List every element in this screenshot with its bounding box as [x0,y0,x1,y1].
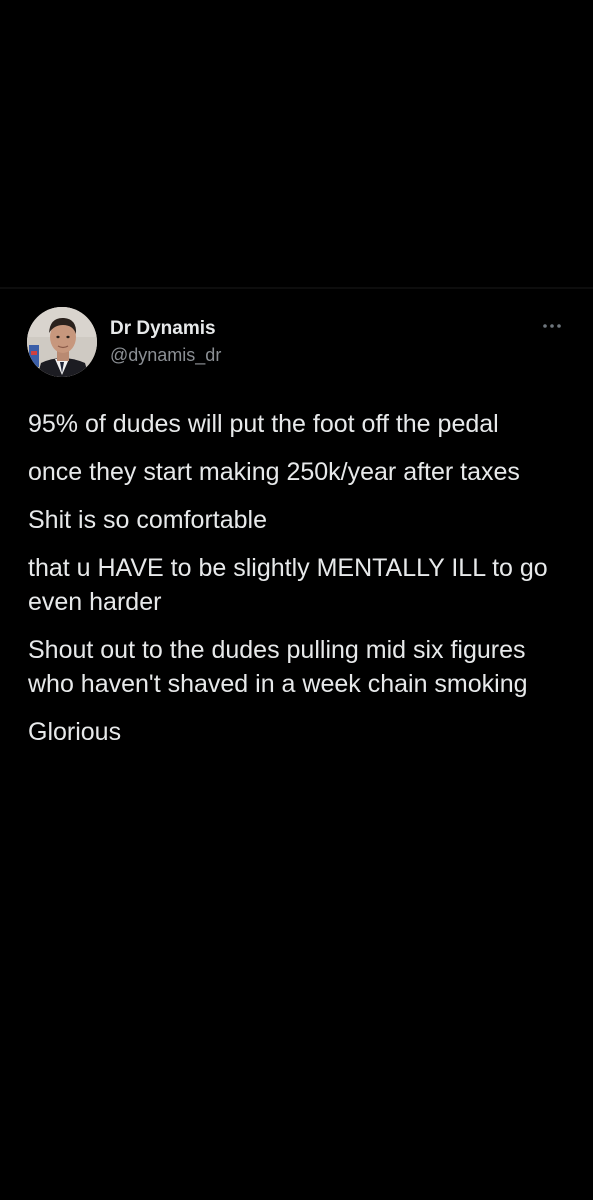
avatar[interactable] [27,307,97,377]
tweet-paragraph: Shit is so comfortable [28,506,267,534]
handle[interactable]: @dynamis_dr [110,345,221,366]
tweet-paragraph: Shout out to the dudes pulling mid six f… [28,636,528,698]
tweet-paragraph: once they start making 250k/year after t… [28,458,520,486]
tweet-paragraph: Glorious [28,718,122,746]
profile-photo-icon [27,307,97,377]
tweet-text: 95% of dudes will put the foot off the p… [28,407,568,763]
more-horizontal-icon[interactable] [540,319,564,333]
tweet-paragraph: that u HAVE to be slightly MENTALLY ILL … [28,554,548,616]
tweet-paragraph: 95% of dudes will put the foot off the p… [28,410,499,438]
top-divider [0,287,593,289]
display-name[interactable]: Dr Dynamis [110,318,216,340]
